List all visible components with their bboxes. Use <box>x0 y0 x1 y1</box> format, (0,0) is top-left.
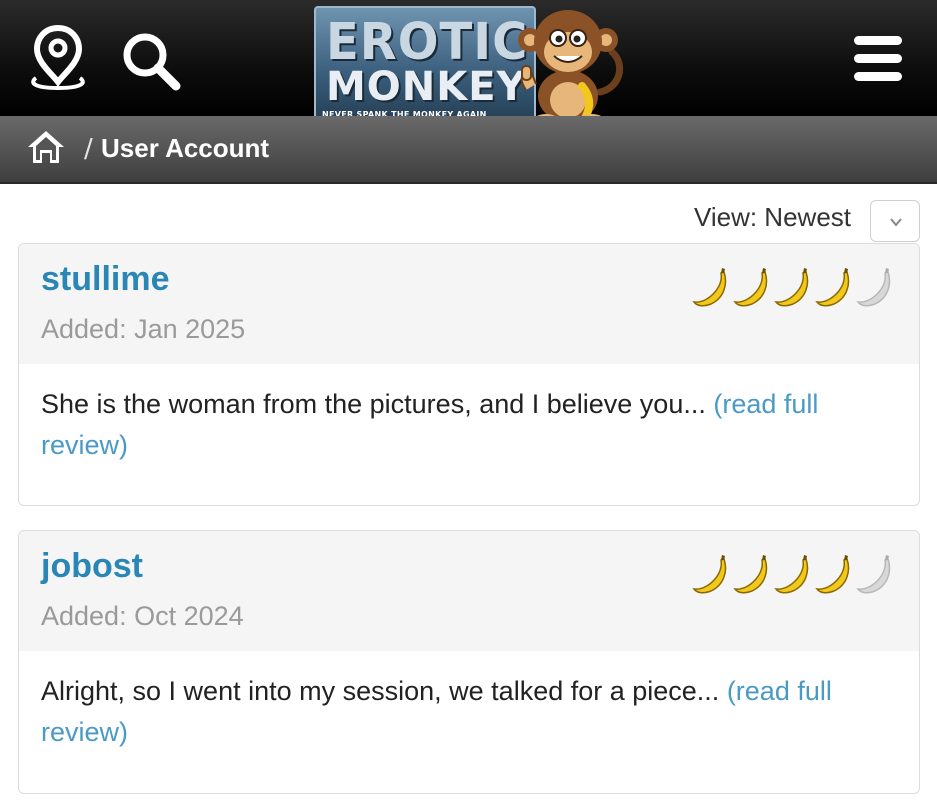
search-icon[interactable] <box>120 30 182 92</box>
review-excerpt-text: She is the woman from the pictures, and … <box>41 389 714 419</box>
banana-filled-icon <box>733 268 768 307</box>
banana-filled-icon <box>733 555 768 594</box>
home-icon[interactable] <box>26 128 66 166</box>
logo-word-erotic: EROTIC <box>326 12 529 72</box>
site-logo[interactable]: EROTIC MONKEY NEVER SPANK THE MONKEY AGA… <box>312 4 630 128</box>
banana-empty-icon <box>856 268 891 307</box>
banana-filled-icon <box>815 555 850 594</box>
banana-rating <box>691 553 897 597</box>
logo-word-monkey: MONKEY <box>326 64 527 110</box>
view-sort-label: View: Newest <box>693 202 851 232</box>
review-excerpt: She is the woman from the pictures, and … <box>41 384 891 466</box>
banana-filled-icon <box>692 268 727 307</box>
review-card-header: stullime Added: Jan 2025 <box>19 244 919 364</box>
breadcrumb: / User Account <box>0 116 937 184</box>
banana-empty-icon <box>856 555 891 594</box>
monkey-mascot-icon <box>518 10 624 126</box>
banana-filled-icon <box>774 268 809 307</box>
breadcrumb-current: User Account <box>101 133 270 163</box>
breadcrumb-separator: / <box>84 134 93 164</box>
top-nav-bar: EROTIC MONKEY NEVER SPANK THE MONKEY AGA… <box>0 0 937 126</box>
review-excerpt: Alright, so I went into my session, we t… <box>41 671 891 753</box>
hamburger-menu-icon[interactable] <box>852 34 904 84</box>
banana-filled-icon <box>692 555 727 594</box>
chevron-down-icon <box>890 218 902 227</box>
reviewer-name[interactable]: jobost <box>41 547 143 586</box>
review-card: jobost Added: Oct 2024 Alright, so I wen… <box>18 530 920 794</box>
review-card-header: jobost Added: Oct 2024 <box>19 531 919 651</box>
banana-rating <box>691 266 897 310</box>
review-excerpt-text: Alright, so I went into my session, we t… <box>41 676 727 706</box>
review-card: stullime Added: Jan 2025 She is the woma… <box>18 243 920 506</box>
view-sort-row: View: Newest <box>0 196 937 244</box>
view-sort-dropdown[interactable] <box>870 200 920 242</box>
banana-filled-icon <box>815 268 850 307</box>
reviewer-name[interactable]: stullime <box>41 260 169 299</box>
review-date: Added: Oct 2024 <box>41 601 244 631</box>
review-date: Added: Jan 2025 <box>41 314 246 344</box>
logo-plate: EROTIC MONKEY NEVER SPANK THE MONKEY AGA… <box>314 6 536 126</box>
banana-filled-icon <box>774 555 809 594</box>
location-pin-icon[interactable] <box>28 24 88 92</box>
